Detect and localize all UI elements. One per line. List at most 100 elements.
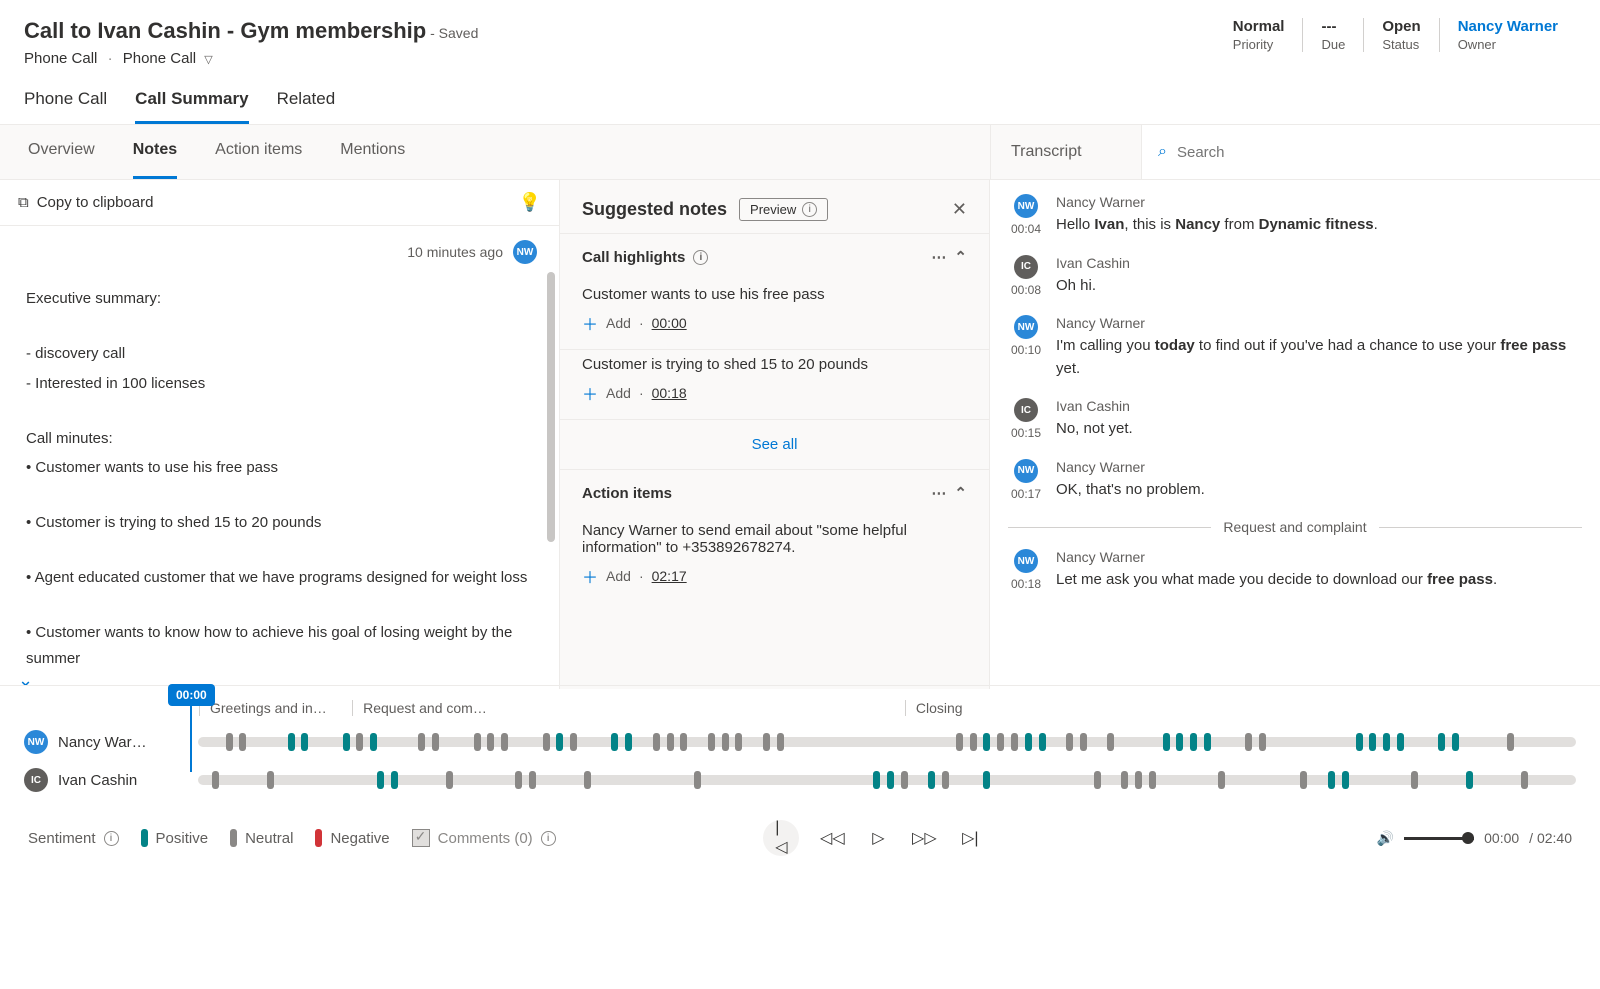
close-icon[interactable]: ✕ [952, 199, 967, 220]
form-selector[interactable]: Phone Call ▽ [123, 50, 213, 67]
add-button[interactable]: Add [606, 315, 631, 331]
sentiment-tick [1342, 771, 1349, 789]
plus-icon[interactable]: ＋ [582, 564, 598, 588]
timestamp-link[interactable]: 00:18 [652, 385, 687, 401]
speaker-track-nw[interactable] [198, 737, 1576, 747]
transcript-turn[interactable]: IC00:15 Ivan CashinNo, not yet. [1008, 398, 1582, 441]
sentiment-tick [694, 771, 701, 789]
transcript-search[interactable]: ⌕ [1141, 125, 1600, 179]
scrollbar[interactable] [547, 272, 555, 542]
speaker-avatar: IC [1014, 255, 1038, 279]
volume-icon[interactable]: 🔊 [1377, 830, 1394, 847]
notes-heading: Executive summary: [26, 286, 533, 312]
call-timeline[interactable]: 00:00 Greetings and in…Request and com…C… [0, 685, 1600, 810]
subtab-action-items[interactable]: Action items [215, 141, 302, 179]
sentiment-tick [343, 733, 350, 751]
plus-icon[interactable]: ＋ [582, 381, 598, 405]
subtab-mentions[interactable]: Mentions [340, 141, 405, 179]
speaker-avatar: NW [1014, 459, 1038, 483]
turn-timestamp: 00:18 [1008, 577, 1044, 591]
turn-text: Oh hi. [1056, 275, 1582, 298]
info-icon[interactable]: i [541, 831, 556, 846]
timestamp-link[interactable]: 02:17 [652, 568, 687, 584]
copy-icon: ⧉ [18, 194, 29, 211]
plus-icon[interactable]: ＋ [582, 311, 598, 335]
status-field[interactable]: Open Status [1363, 18, 1438, 52]
status-value: Open [1382, 18, 1420, 35]
sentiment-tick [942, 771, 949, 789]
total-time: / 02:40 [1529, 830, 1572, 846]
timeline-segment[interactable]: Greetings and in… [199, 700, 352, 716]
sentiment-tick [1135, 771, 1142, 789]
search-input[interactable] [1177, 144, 1584, 161]
subtab-notes[interactable]: Notes [133, 141, 177, 179]
tab-phone-call[interactable]: Phone Call [24, 89, 107, 124]
volume-slider[interactable] [1404, 837, 1474, 840]
info-icon[interactable]: i [693, 250, 708, 265]
chevron-up-icon[interactable]: ⌃ [954, 248, 967, 266]
forward-icon[interactable]: ▷▷ [911, 825, 937, 851]
tab-related[interactable]: Related [277, 89, 336, 124]
notes-subheading: Call minutes: [26, 426, 533, 452]
topic-divider: Request and complaint [1008, 519, 1582, 535]
tab-call-summary[interactable]: Call Summary [135, 89, 248, 124]
due-field[interactable]: --- Due [1302, 18, 1363, 52]
info-icon[interactable]: i [802, 202, 817, 217]
sentiment-tick [763, 733, 770, 751]
copy-to-clipboard-button[interactable]: ⧉ Copy to clipboard [18, 194, 153, 211]
entity-type: Phone Call [24, 50, 97, 67]
skip-end-icon[interactable]: ▷| [957, 825, 983, 851]
skip-start-icon[interactable]: |◁ [763, 820, 799, 856]
transcript-turn[interactable]: NW00:18 Nancy WarnerLet me ask you what … [1008, 549, 1582, 592]
priority-field[interactable]: Normal Priority [1215, 18, 1303, 52]
notes-line: - Interested in 100 licenses [26, 371, 533, 397]
sentiment-tick [983, 771, 990, 789]
add-button[interactable]: Add [606, 568, 631, 584]
sentiment-tick [928, 771, 935, 789]
due-value: --- [1321, 18, 1345, 35]
notes-content[interactable]: Executive summary: - discovery call - In… [0, 272, 559, 689]
transcript-panel: NW00:04 Nancy WarnerHello Ivan, this is … [990, 180, 1600, 689]
record-subtitle: Phone Call · Phone Call ▽ [24, 50, 478, 67]
subtab-overview[interactable]: Overview [28, 141, 95, 179]
timeline-segment[interactable]: Closing [905, 700, 1576, 716]
comments-toggle[interactable]: Comments (0) i [412, 829, 556, 847]
add-button[interactable]: Add [606, 385, 631, 401]
sentiment-tick [377, 771, 384, 789]
timeline-segment[interactable]: Request and com… [352, 700, 905, 716]
sentiment-tick [391, 771, 398, 789]
more-icon[interactable]: ⋯ [931, 484, 946, 502]
timestamp-link[interactable]: 00:00 [652, 315, 687, 331]
track-avatar: NW [24, 730, 48, 754]
playhead-time: 00:00 [168, 684, 215, 706]
more-icon[interactable]: ⋯ [931, 248, 946, 266]
sentiment-tick [1466, 771, 1473, 789]
transcript-turn[interactable]: NW00:04 Nancy WarnerHello Ivan, this is … [1008, 194, 1582, 237]
sentiment-tick [1438, 733, 1445, 751]
speaker-track-ic[interactable] [198, 775, 1576, 785]
speaker-name: Ivan Cashin [1056, 398, 1582, 414]
checkbox-icon[interactable] [412, 829, 430, 847]
see-all-link[interactable]: See all [560, 420, 989, 470]
speaker-avatar: IC [1014, 398, 1038, 422]
due-label: Due [1321, 37, 1345, 52]
play-icon[interactable]: ▷ [865, 825, 891, 851]
owner-field[interactable]: Nancy Warner Owner [1439, 18, 1576, 52]
highlight-text: Customer wants to use his free pass [582, 286, 967, 303]
transcript-turn[interactable]: NW00:17 Nancy WarnerOK, that's no proble… [1008, 459, 1582, 502]
transcript-turn[interactable]: IC00:08 Ivan CashinOh hi. [1008, 255, 1582, 298]
info-icon[interactable]: i [104, 831, 119, 846]
positive-swatch [141, 829, 148, 847]
sentiment-tick [997, 733, 1004, 751]
transcript-turn[interactable]: NW00:10 Nancy WarnerI'm calling you toda… [1008, 315, 1582, 380]
sentiment-tick [1039, 733, 1046, 751]
suggested-notes-heading: Suggested notes [582, 199, 727, 220]
lightbulb-icon[interactable]: 💡 [519, 192, 541, 213]
chevron-up-icon[interactable]: ⌃ [954, 484, 967, 502]
notes-bullet: • Customer wants to use his free pass [26, 455, 533, 481]
owner-value[interactable]: Nancy Warner [1458, 18, 1558, 35]
rewind-icon[interactable]: ◁◁ [819, 825, 845, 851]
sentiment-tick [1176, 733, 1183, 751]
sentiment-tick [722, 733, 729, 751]
notes-timestamp: 10 minutes ago [407, 244, 503, 260]
